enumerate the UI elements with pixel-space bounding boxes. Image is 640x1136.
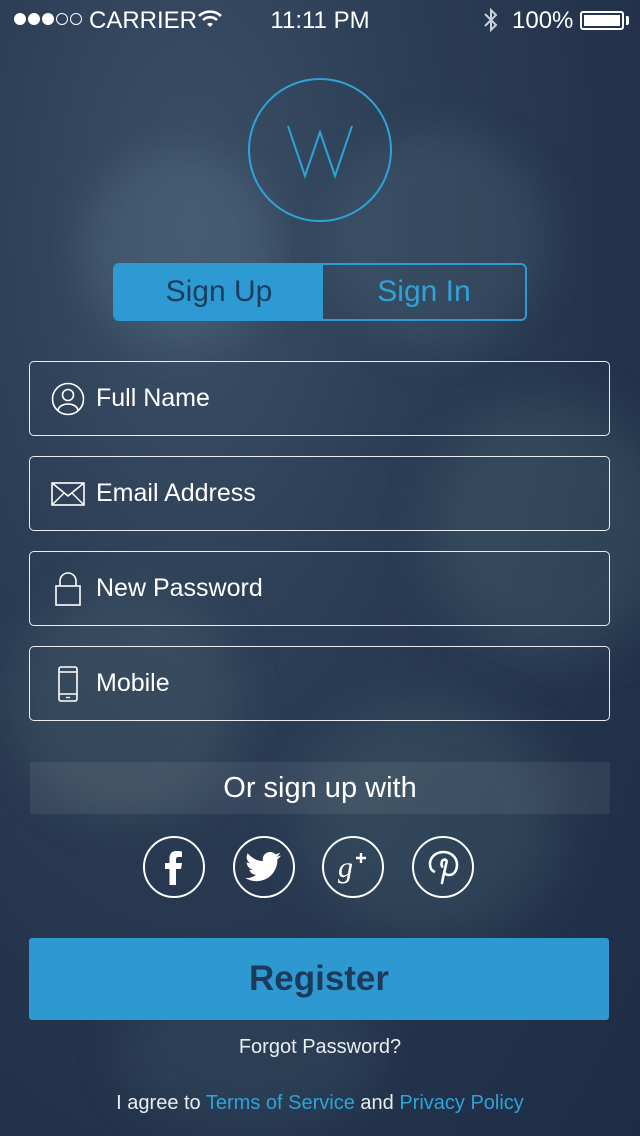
full-name-input[interactable] xyxy=(96,384,576,413)
twitter-icon xyxy=(245,852,281,882)
bluetooth-icon xyxy=(482,7,500,40)
app-logo xyxy=(248,78,392,222)
pinterest-icon xyxy=(428,850,459,885)
bokeh-light xyxy=(300,700,560,940)
battery-nub xyxy=(626,16,629,25)
register-button[interactable]: Register xyxy=(29,938,609,1020)
privacy-policy-link[interactable]: Privacy Policy xyxy=(399,1092,523,1114)
terms-of-service-link[interactable]: Terms of Service xyxy=(206,1092,355,1114)
password-field xyxy=(29,551,610,626)
forgot-password-link[interactable]: Forgot Password? xyxy=(0,1036,640,1059)
battery-percent: 100% xyxy=(512,7,574,34)
status-bar: CARRIER 11:11 PM 100% xyxy=(0,0,640,40)
google-plus-icon: g xyxy=(338,851,366,884)
battery-icon xyxy=(580,11,624,30)
terms-prefix: I agree to xyxy=(116,1092,201,1114)
svg-text:g: g xyxy=(338,851,353,884)
full-name-field xyxy=(29,361,610,436)
pinterest-button[interactable] xyxy=(412,836,474,898)
user-icon xyxy=(48,379,88,419)
auth-mode-tabs: Sign Up Sign In xyxy=(113,263,527,321)
email-input[interactable] xyxy=(96,479,576,508)
twitter-button[interactable] xyxy=(233,836,295,898)
terms-agreement: I agree to Terms of Service and Privacy … xyxy=(0,1092,640,1115)
terms-conjunction: and xyxy=(360,1092,394,1114)
mobile-input[interactable] xyxy=(96,669,576,698)
envelope-icon xyxy=(48,474,88,514)
facebook-icon xyxy=(165,851,182,885)
email-field xyxy=(29,456,610,531)
facebook-button[interactable] xyxy=(143,836,205,898)
logo-w-icon xyxy=(287,125,353,180)
mobile-field xyxy=(29,646,610,721)
tab-sign-up[interactable]: Sign Up xyxy=(115,265,323,319)
mobile-icon xyxy=(48,664,88,704)
new-password-input[interactable] xyxy=(96,574,576,603)
tab-sign-in[interactable]: Sign In xyxy=(323,265,525,319)
google-plus-button[interactable]: g xyxy=(322,836,384,898)
social-signup-heading: Or sign up with xyxy=(30,762,610,814)
lock-icon xyxy=(48,569,88,609)
